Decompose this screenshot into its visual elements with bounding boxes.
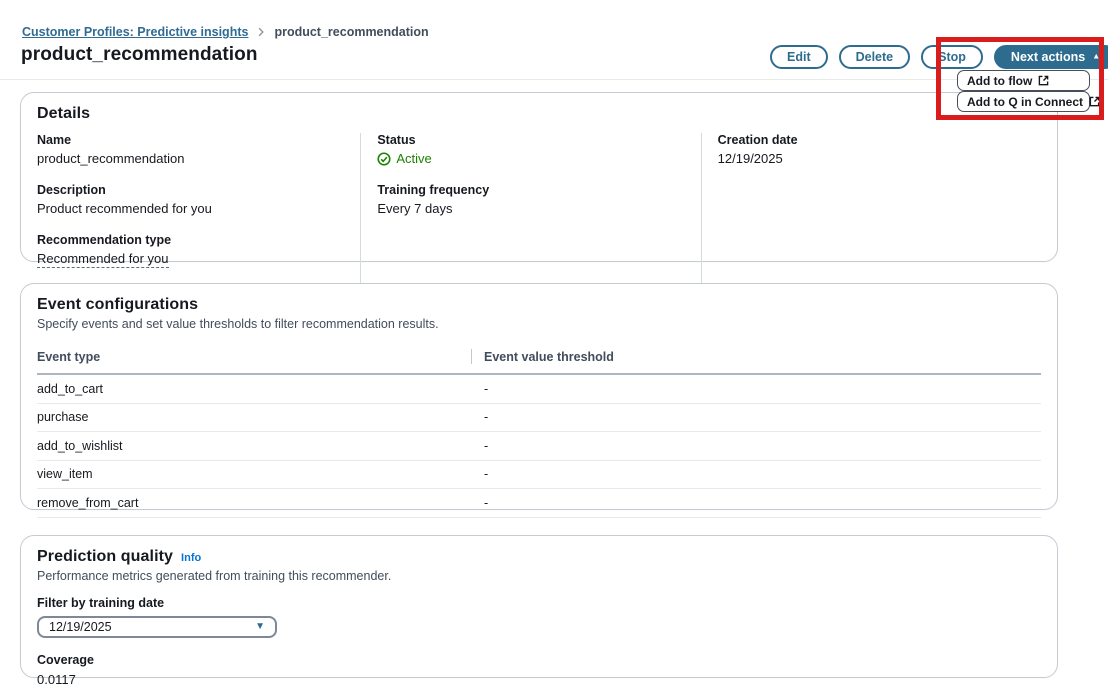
table-row: view_item - xyxy=(37,461,1041,489)
action-buttons: Edit Delete Stop Next actions ▲ xyxy=(770,45,1108,69)
threshold-cell: - xyxy=(484,381,489,396)
event-type-cell: add_to_wishlist xyxy=(37,438,123,453)
recommendation-type-label: Recommendation type xyxy=(37,233,172,247)
caret-down-icon: ▼ xyxy=(255,621,265,632)
info-link[interactable]: Info xyxy=(181,552,201,564)
table-row: add_to_wishlist - xyxy=(37,432,1041,461)
recommendation-type-value[interactable]: Recommended for you xyxy=(37,251,169,268)
event-configurations-table: Event type Event value threshold add_to_… xyxy=(37,345,1041,518)
name-value: product_recommendation xyxy=(37,151,185,166)
caret-up-icon: ▲ xyxy=(1092,51,1101,61)
event-configurations-card: Event configurations Specify events and … xyxy=(20,283,1058,518)
event-configurations-description: Specify events and set value thresholds … xyxy=(37,317,439,331)
prediction-quality-description: Performance metrics generated from train… xyxy=(37,569,392,583)
table-row: purchase - xyxy=(37,404,1041,432)
breadcrumb: Customer Profiles: Predictive insights p… xyxy=(22,25,429,39)
breadcrumb-separator-icon xyxy=(256,27,266,37)
prediction-quality-card: Prediction quality Info Performance metr… xyxy=(20,535,1058,684)
coverage-value: 0.0117 xyxy=(37,672,76,684)
table-row: add_to_cart - xyxy=(37,375,1041,404)
event-type-cell: add_to_cart xyxy=(37,381,104,396)
table-row: remove_from_cart - xyxy=(37,489,1041,518)
event-type-cell: remove_from_cart xyxy=(37,495,139,510)
status-label: Status xyxy=(377,133,416,147)
edit-button[interactable]: Edit xyxy=(770,45,828,69)
column-header-event-value-threshold: Event value threshold xyxy=(484,349,614,364)
event-configurations-title: Event configurations xyxy=(37,296,199,313)
description-value: Product recommended for you xyxy=(37,201,212,216)
event-type-cell: view_item xyxy=(37,467,93,482)
delete-button[interactable]: Delete xyxy=(838,45,911,69)
details-title: Details xyxy=(37,105,91,122)
threshold-cell: - xyxy=(484,410,489,425)
page: Customer Profiles: Predictive insights p… xyxy=(0,0,1108,684)
status-badge: Active xyxy=(377,151,684,166)
coverage-label: Coverage xyxy=(37,653,94,667)
threshold-cell: - xyxy=(484,438,489,453)
menu-item-add-to-q-in-connect[interactable]: Add to Q in Connect xyxy=(957,91,1100,112)
page-title: product_recommendation xyxy=(21,44,258,65)
details-card: Details Name product_recommendation Desc… xyxy=(20,92,1058,285)
menu-item-add-to-flow[interactable]: Add to flow xyxy=(957,70,1090,91)
column-header-event-type: Event type xyxy=(37,349,101,364)
training-frequency-value: Every 7 days xyxy=(377,201,453,216)
threshold-cell: - xyxy=(484,495,489,510)
training-date-selected-value: 12/19/2025 xyxy=(49,620,112,634)
status-check-icon xyxy=(377,151,391,166)
creation-date-label: Creation date xyxy=(717,133,798,147)
column-divider xyxy=(471,349,472,364)
training-frequency-label: Training frequency xyxy=(377,183,490,197)
training-date-select[interactable]: 12/19/2025 ▼ xyxy=(37,616,277,638)
creation-date-value: 12/19/2025 xyxy=(717,151,783,166)
header-divider xyxy=(0,79,1108,80)
name-label: Name xyxy=(37,133,72,147)
external-link-icon xyxy=(1038,75,1049,86)
prediction-quality-title: Prediction quality xyxy=(37,548,174,565)
breadcrumb-current: product_recommendation xyxy=(274,25,429,39)
breadcrumb-link-predictive-insights[interactable]: Customer Profiles: Predictive insights xyxy=(22,25,248,39)
description-label: Description xyxy=(37,183,106,197)
details-column-1: Name product_recommendation Description … xyxy=(37,133,360,285)
next-actions-button[interactable]: Next actions ▲ xyxy=(993,45,1108,69)
table-header-row: Event type Event value threshold xyxy=(37,345,1041,375)
event-type-cell: purchase xyxy=(37,410,89,425)
external-link-icon xyxy=(1089,96,1100,107)
stop-button[interactable]: Stop xyxy=(921,45,983,69)
next-actions-menu: Add to flow Add to Q in Connect xyxy=(957,70,1100,112)
details-column-2: Status Active Training frequency Every 7… xyxy=(360,133,700,285)
threshold-cell: - xyxy=(484,467,489,482)
details-column-3: Creation date 12/19/2025 xyxy=(700,133,1041,285)
filter-by-training-date-label: Filter by training date xyxy=(37,596,165,610)
